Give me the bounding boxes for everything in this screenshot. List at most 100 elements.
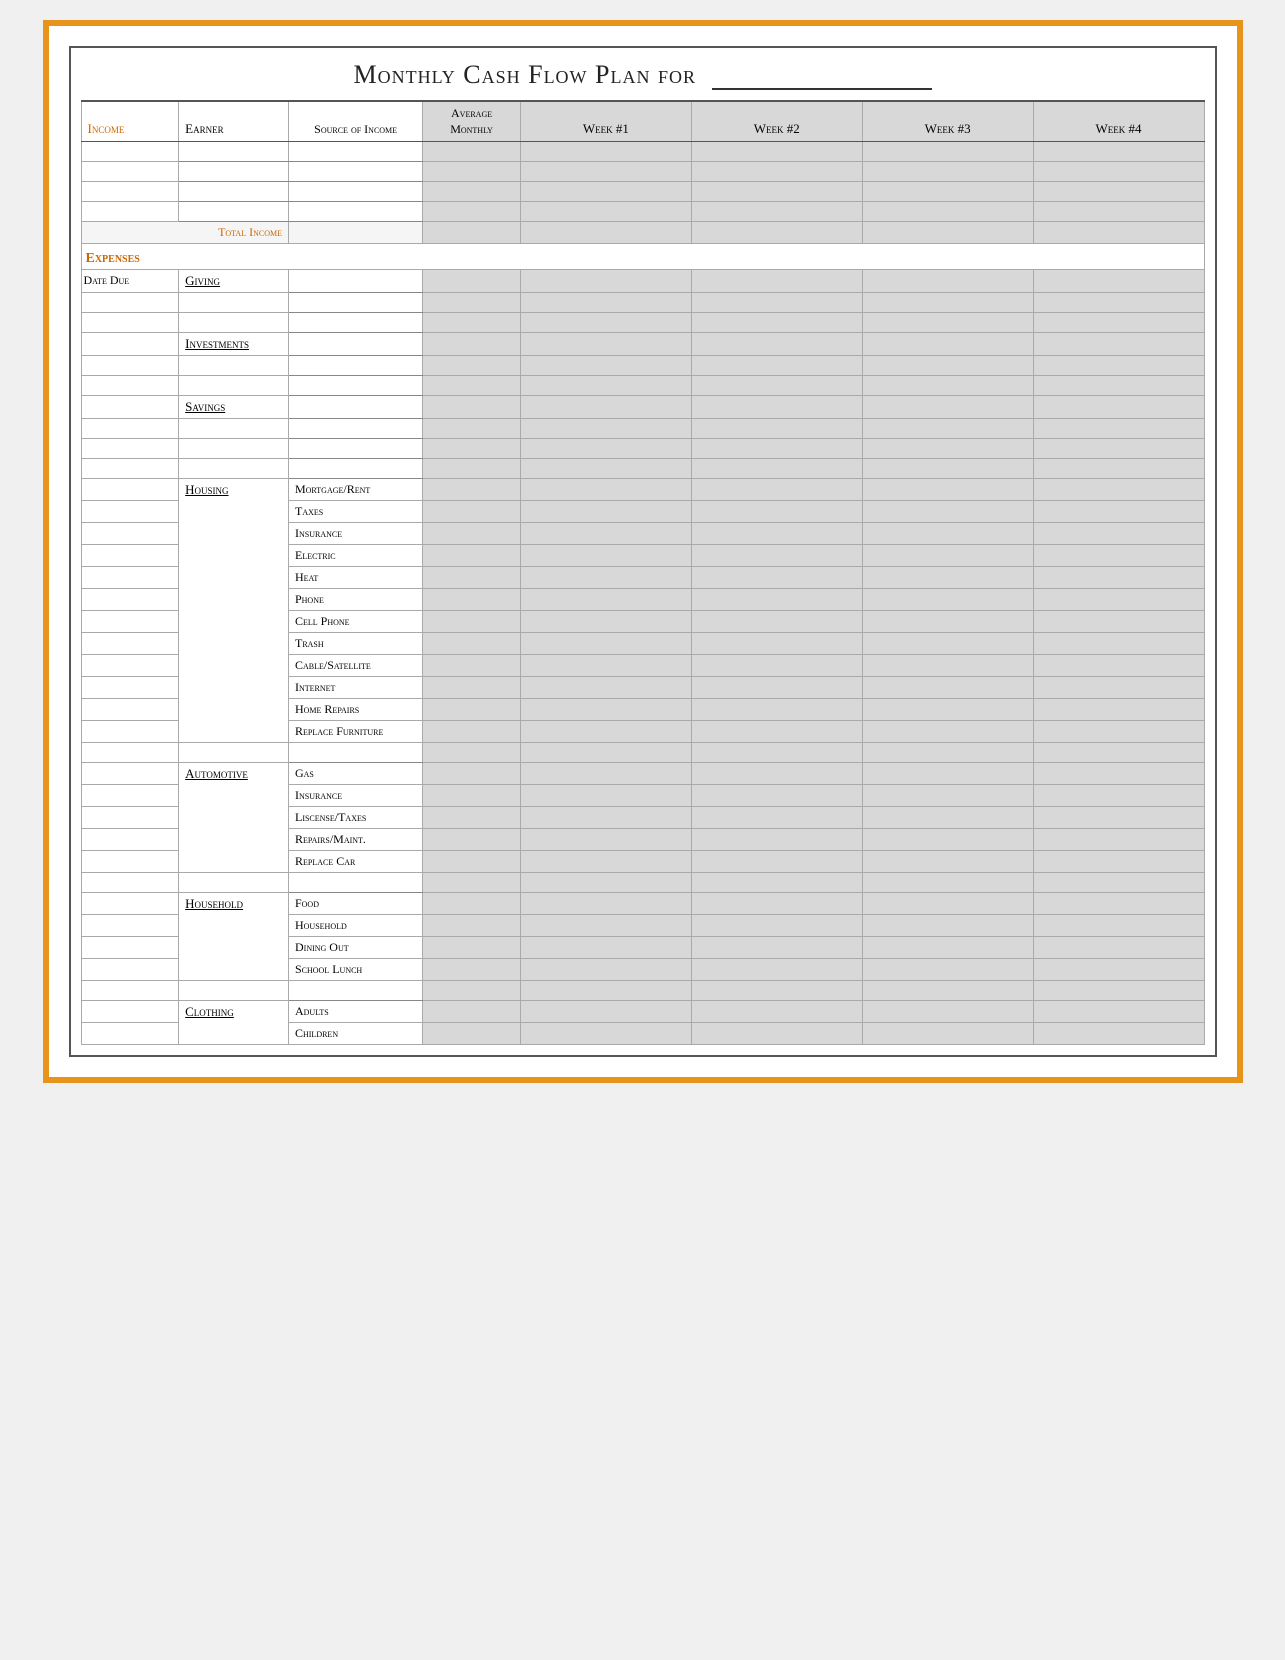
giving-source-2[interactable] <box>288 293 422 313</box>
savings-row-1: Savings <box>81 396 1204 419</box>
giving-label-cell: Giving <box>179 270 289 293</box>
automotive-blank-row <box>81 873 1204 893</box>
week4-col-4[interactable] <box>1033 202 1204 222</box>
auto-item-0: Gas <box>288 763 422 785</box>
savings-row-4 <box>81 459 1204 479</box>
week2-col-4[interactable] <box>691 202 862 222</box>
household-row-food: Household Food <box>81 893 1204 915</box>
household-item-3: School Lunch <box>288 959 422 981</box>
week1-col-4[interactable] <box>520 202 691 222</box>
week2-col-2[interactable] <box>691 162 862 182</box>
week3-col-1[interactable] <box>862 142 1033 162</box>
header-week2: Week #2 <box>691 101 862 142</box>
total-income-row: Total Income <box>81 222 1204 244</box>
week4-col-2[interactable] <box>1033 162 1204 182</box>
week4-col-3[interactable] <box>1033 182 1204 202</box>
title-underline <box>712 58 932 90</box>
savings-label: Savings <box>179 396 289 419</box>
housing-item-0: Mortgage/Rent <box>288 479 422 501</box>
savings-row-2 <box>81 419 1204 439</box>
giving-source[interactable] <box>288 270 422 293</box>
header-earner: Earner <box>179 101 289 142</box>
earner-col-4[interactable] <box>179 202 289 222</box>
expenses-header-row: Expenses <box>81 244 1204 270</box>
earner-col-1[interactable] <box>179 142 289 162</box>
savings-row-3 <box>81 439 1204 459</box>
giving-header-row: Date Due Giving <box>81 270 1204 293</box>
week3-col-3[interactable] <box>862 182 1033 202</box>
clothing-item-0: Adults <box>288 1001 422 1023</box>
earner-col-2[interactable] <box>179 162 289 182</box>
clothing-item-1: Children <box>288 1023 422 1045</box>
week3-col-2[interactable] <box>862 162 1033 182</box>
giving-date-2[interactable] <box>81 293 179 313</box>
week1-col-1[interactable] <box>520 142 691 162</box>
investments-row-2 <box>81 356 1204 376</box>
header-source: Source of Income <box>288 101 422 142</box>
giving-week4[interactable] <box>1033 270 1204 293</box>
source-col-1[interactable] <box>288 142 422 162</box>
income-row-4 <box>81 202 1204 222</box>
week2-col-1[interactable] <box>691 142 862 162</box>
outer-border: Monthly Cash Flow Plan for Income Earner… <box>43 20 1243 1083</box>
page-title: Monthly Cash Flow Plan for <box>81 58 1205 90</box>
avg-col-4[interactable] <box>423 202 521 222</box>
housing-item-2: Insurance <box>288 523 422 545</box>
earner-col-3[interactable] <box>179 182 289 202</box>
avg-col-2[interactable] <box>423 162 521 182</box>
header-week3: Week #3 <box>862 101 1033 142</box>
housing-item-9: Internet <box>288 677 422 699</box>
title-text: Monthly Cash Flow Plan for <box>353 60 696 89</box>
total-week1[interactable] <box>520 222 691 244</box>
auto-item-2: Liscense/Taxes <box>288 807 422 829</box>
source-col-2[interactable] <box>288 162 422 182</box>
week1-col-3[interactable] <box>520 182 691 202</box>
giving-week3[interactable] <box>862 270 1033 293</box>
week4-col-1[interactable] <box>1033 142 1204 162</box>
income-row-2 <box>81 162 1204 182</box>
auto-item-3: Repairs/Maint. <box>288 829 422 851</box>
giving-week2[interactable] <box>691 270 862 293</box>
housing-item-1: Taxes <box>288 501 422 523</box>
housing-blank-row <box>81 743 1204 763</box>
total-avg[interactable] <box>423 222 521 244</box>
housing-item-11: Replace Furniture <box>288 721 422 743</box>
housing-row-mortgage: Housing Mortgage/Rent <box>81 479 1204 501</box>
household-item-2: Dining Out <box>288 937 422 959</box>
income-row-1 <box>81 142 1204 162</box>
giving-avg[interactable] <box>423 270 521 293</box>
housing-item-4: Heat <box>288 567 422 589</box>
total-income-label: Total Income <box>81 222 288 244</box>
housing-item-5: Phone <box>288 589 422 611</box>
giving-week1[interactable] <box>520 270 691 293</box>
housing-item-3: Electric <box>288 545 422 567</box>
household-item-0: Food <box>288 893 422 915</box>
housing-item-6: Cell Phone <box>288 611 422 633</box>
avg-col-3[interactable] <box>423 182 521 202</box>
source-col-3[interactable] <box>288 182 422 202</box>
week1-col-2[interactable] <box>520 162 691 182</box>
inner-border: Monthly Cash Flow Plan for Income Earner… <box>69 46 1217 1057</box>
income-col-1 <box>81 142 179 162</box>
investments-label: Investments <box>179 333 289 356</box>
avg-col-1[interactable] <box>423 142 521 162</box>
week3-col-4[interactable] <box>862 202 1033 222</box>
household-blank-row <box>81 981 1204 1001</box>
auto-item-1: Insurance <box>288 785 422 807</box>
total-income-spacer <box>288 222 422 244</box>
income-row-3 <box>81 182 1204 202</box>
total-week2[interactable] <box>691 222 862 244</box>
household-label: Household <box>179 893 289 981</box>
total-week3[interactable] <box>862 222 1033 244</box>
automotive-label: Automotive <box>179 763 289 873</box>
investments-row-3 <box>81 376 1204 396</box>
housing-item-8: Cable/Satellite <box>288 655 422 677</box>
total-week4[interactable] <box>1033 222 1204 244</box>
header-week4: Week #4 <box>1033 101 1204 142</box>
header-row: Income Earner Source of Income Average M… <box>81 101 1204 142</box>
week2-col-3[interactable] <box>691 182 862 202</box>
income-col-3 <box>81 182 179 202</box>
date-due-label: Date Due <box>81 270 179 293</box>
source-col-4[interactable] <box>288 202 422 222</box>
automotive-row-gas: Automotive Gas <box>81 763 1204 785</box>
